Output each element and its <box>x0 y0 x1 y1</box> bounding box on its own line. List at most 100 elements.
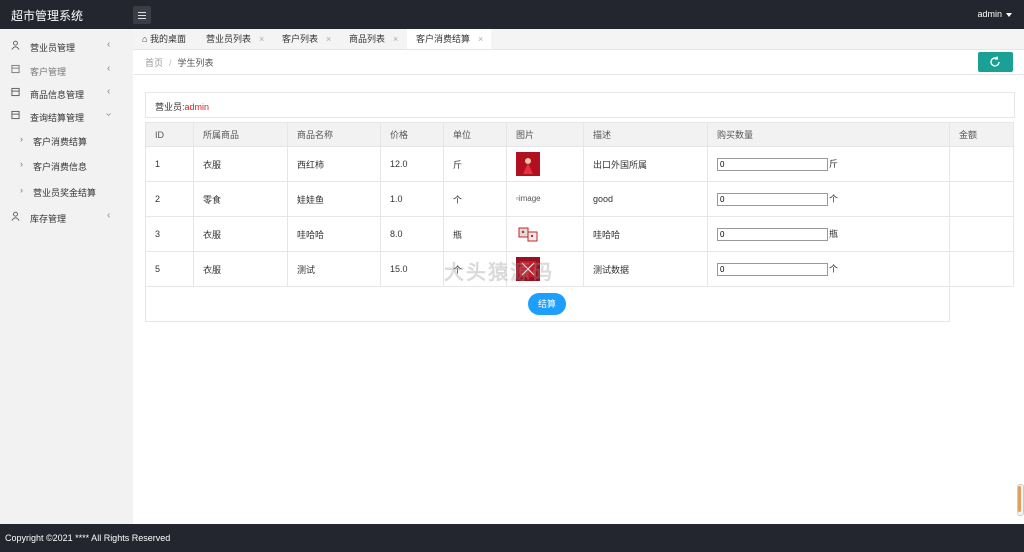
sidebar: 营业员管理 ‹ 客户管理 ‹ 商品信息管理 ‹ 查询结算管理 ‹ › 客户消费结… <box>0 29 133 524</box>
chevron-right-icon: › <box>20 185 23 195</box>
cell-price: 8.0 <box>380 216 444 252</box>
sidebar-subitem-bonus-settle[interactable]: › 营业员奖金结算 <box>0 179 133 204</box>
settlement-table: ID 所属商品 商品名称 价格 单位 图片 描述 购买数量 金额 1 衣服 西红… <box>145 122 1014 287</box>
sidebar-item-label: 客户管理 <box>30 67 67 77</box>
refresh-button[interactable] <box>978 52 1013 72</box>
sidebar-item-query-settle[interactable]: 查询结算管理 ‹ <box>0 104 133 128</box>
cell-image <box>506 146 584 182</box>
user-menu[interactable]: admin <box>977 9 1012 19</box>
hamburger-icon-bar <box>138 18 146 19</box>
quantity-input[interactable] <box>717 228 828 241</box>
cell-image <box>506 216 584 252</box>
form-icon <box>11 87 20 97</box>
col-header-qty: 购买数量 <box>707 122 950 147</box>
cell-unit: 个 <box>443 181 507 217</box>
cell-desc: 出口外国所属 <box>583 146 708 182</box>
tab-customer-settle[interactable]: 客户消费结算 × <box>407 29 491 49</box>
close-icon[interactable]: × <box>259 34 264 44</box>
qty-unit: 个 <box>829 194 839 204</box>
breadcrumb: 首页 / 学生列表 <box>145 56 214 69</box>
cell-qty: 个 <box>707 251 950 287</box>
tab-label: 营业员列表 <box>206 34 252 44</box>
breadcrumb-home[interactable]: 首页 <box>145 58 163 68</box>
form-icon <box>11 110 20 120</box>
cell-name: 娃娃鱼 <box>287 181 381 217</box>
hamburger-icon <box>138 12 146 13</box>
tab-label: 我的桌面 <box>149 34 186 44</box>
salesperson-panel: 营业员:admin <box>145 92 1015 118</box>
col-header-unit: 单位 <box>443 122 507 147</box>
cell-unit: 瓶 <box>443 216 507 252</box>
cell-amount <box>949 146 1014 182</box>
tab-customer-list[interactable]: 客户列表 × <box>282 29 338 49</box>
user-icon <box>11 40 20 50</box>
salesperson-label: 营业员: <box>155 102 185 112</box>
table-row: 5 衣服 测试 15.0 个 测试数据 个 <box>145 251 1014 287</box>
cell-name: 测试 <box>287 251 381 287</box>
refresh-icon <box>990 56 1000 67</box>
user-icon <box>11 211 20 221</box>
menu-toggle-button[interactable] <box>133 6 151 24</box>
sidebar-subitem-customer-info[interactable]: › 客户消费信息 <box>0 153 133 178</box>
tab-product-list[interactable]: 商品列表 × <box>349 29 405 49</box>
table-header-row: ID 所属商品 商品名称 价格 单位 图片 描述 购买数量 金额 <box>145 122 1014 147</box>
cell-category: 衣服 <box>193 251 288 287</box>
scrollbar-thumb[interactable] <box>1018 486 1021 512</box>
qty-unit: 斤 <box>829 159 839 169</box>
cell-image: ▫image <box>506 181 584 217</box>
settlement-table-wrap: ID 所属商品 商品名称 价格 单位 图片 描述 购买数量 金额 1 衣服 西红… <box>145 122 1014 287</box>
user-name: admin <box>977 9 1002 19</box>
divider <box>133 74 1024 75</box>
sidebar-item-customer[interactable]: 客户管理 ‹ <box>0 58 133 82</box>
sidebar-item-label: 库存管理 <box>30 214 67 224</box>
chevron-left-icon: ‹ <box>107 210 111 221</box>
quantity-input[interactable] <box>717 158 828 171</box>
tab-salesperson-list[interactable]: 营业员列表 × <box>206 29 272 49</box>
chevron-left-icon: ‹ <box>107 86 111 97</box>
sidebar-subitem-customer-settle[interactable]: › 客户消费结算 <box>0 128 133 153</box>
tab-desktop[interactable]: ⌂ 我的桌面 <box>142 29 198 49</box>
cell-price: 12.0 <box>380 146 444 182</box>
col-header-name: 商品名称 <box>287 122 381 147</box>
cell-desc: 哇哈哈 <box>583 216 708 252</box>
cell-id: 3 <box>145 216 194 252</box>
watermark: 大头猿源码 <box>444 262 554 284</box>
tab-bar: ⌂ 我的桌面 营业员列表 × 客户列表 × 商品列表 × 客户消费结算 × <box>133 29 1024 50</box>
footer-bar: Copyright ©2021 **** All Rights Reserved <box>0 524 1024 552</box>
cell-price: 15.0 <box>380 251 444 287</box>
table-row: 2 零食 娃娃鱼 1.0 个 ▫image good 个 <box>145 181 1014 217</box>
cell-desc: 测试数据 <box>583 251 708 287</box>
sidebar-item-label: 营业员管理 <box>30 43 76 53</box>
cell-category: 衣服 <box>193 146 288 182</box>
breadcrumb-separator: / <box>169 58 172 68</box>
quantity-input[interactable] <box>717 193 828 206</box>
sidebar-item-inventory[interactable]: 库存管理 ‹ <box>0 205 133 229</box>
col-header-category: 所属商品 <box>193 122 288 147</box>
cell-name: 哇哈哈 <box>287 216 381 252</box>
sidebar-item-product[interactable]: 商品信息管理 ‹ <box>0 81 133 105</box>
cell-category: 衣服 <box>193 216 288 252</box>
cell-price: 1.0 <box>380 181 444 217</box>
col-header-amount: 金额 <box>949 122 1014 147</box>
sidebar-subitem-label: 营业员奖金结算 <box>33 188 97 198</box>
qty-unit: 个 <box>829 264 839 274</box>
sidebar-subitem-label: 客户消费结算 <box>33 137 88 147</box>
sidebar-item-salesperson[interactable]: 营业员管理 ‹ <box>0 34 133 58</box>
close-icon[interactable]: × <box>478 34 483 44</box>
top-header: 超市管理系统 admin <box>0 0 1024 29</box>
product-image <box>516 222 540 246</box>
cell-id: 2 <box>145 181 194 217</box>
tab-label: 商品列表 <box>349 34 386 44</box>
quantity-input[interactable] <box>717 263 828 276</box>
col-header-id: ID <box>145 122 194 147</box>
settle-button[interactable]: 结算 <box>528 293 566 315</box>
cell-id: 1 <box>145 146 194 182</box>
cell-unit: 斤 <box>443 146 507 182</box>
form-icon <box>11 64 20 74</box>
chevron-down-icon: ‹ <box>103 112 115 117</box>
cell-amount <box>949 216 1014 252</box>
close-icon[interactable]: × <box>326 34 331 44</box>
close-icon[interactable]: × <box>393 34 398 44</box>
chevron-left-icon: ‹ <box>107 39 111 50</box>
col-header-desc: 描述 <box>583 122 708 147</box>
